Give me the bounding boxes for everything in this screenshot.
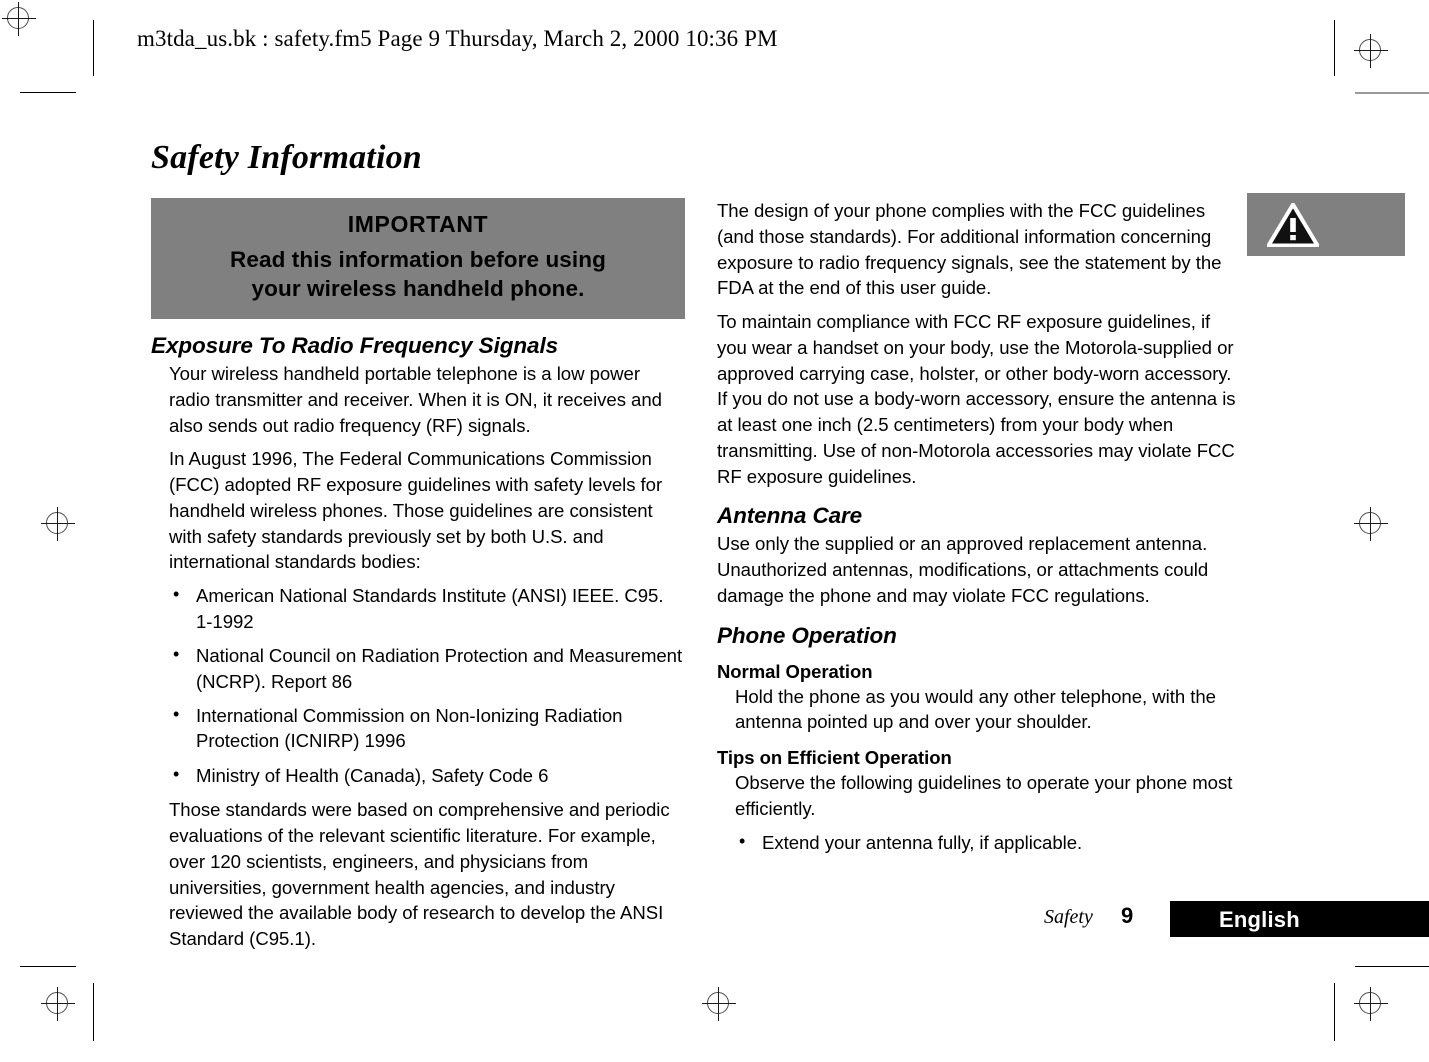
registration-mark-bottom-center bbox=[700, 985, 738, 1023]
paragraph-antenna-care: Use only the supplied or an approved rep… bbox=[717, 533, 1209, 606]
heading-normal-operation: Normal Operation bbox=[717, 660, 873, 682]
footer-language-bar: English bbox=[1170, 901, 1429, 937]
list-item: American National Standards Institute (A… bbox=[169, 582, 685, 634]
registration-mark-right-middle bbox=[1352, 505, 1390, 543]
paragraph-standards-evaluation: Those standards were based on comprehens… bbox=[169, 799, 670, 950]
warning-triangle-icon bbox=[1267, 203, 1319, 247]
heading-antenna-care: Antenna Care bbox=[717, 503, 863, 529]
footer-page-number: 9 bbox=[1121, 903, 1134, 928]
paragraph-tips-intro: Observe the following guidelines to oper… bbox=[735, 772, 1233, 819]
warning-tab bbox=[1247, 193, 1405, 256]
important-callout-title: IMPORTANT bbox=[347, 211, 489, 237]
list-item: Extend your antenna fully, if applicable… bbox=[735, 828, 1238, 855]
document-page: m3tda_us.bk : safety.fm5 Page 9 Thursday… bbox=[0, 0, 1429, 1062]
standards-bodies-list: American National Standards Institute (A… bbox=[151, 582, 685, 788]
paragraph-design-complies: The design of your phone complies with t… bbox=[717, 200, 1222, 299]
footer-section-label: Safety bbox=[1044, 906, 1093, 928]
heading-tips-on-efficient-operation: Tips on Efficient Operation bbox=[717, 747, 952, 768]
paragraph-rf-intro: Your wireless handheld portable telephon… bbox=[169, 363, 662, 436]
paragraph-fcc-guidelines: In August 1996, The Federal Communicatio… bbox=[169, 448, 663, 573]
important-callout-line1: Read this information before using bbox=[230, 246, 606, 272]
crop-mark-top-left-h bbox=[20, 92, 76, 93]
running-header: m3tda_us.bk : safety.fm5 Page 9 Thursday… bbox=[137, 26, 778, 51]
registration-mark-bottom-right bbox=[1352, 985, 1390, 1023]
list-item: National Council on Radiation Protection… bbox=[169, 642, 685, 694]
crop-mark-bottom-right-v bbox=[1334, 983, 1335, 1041]
crop-mark-top-right-v bbox=[1334, 20, 1335, 76]
efficiency-tips-list: Extend your antenna fully, if applicable… bbox=[717, 828, 1238, 855]
crop-mark-top-left-v bbox=[93, 20, 94, 76]
paragraph-normal-operation: Hold the phone as you would any other te… bbox=[735, 685, 1216, 733]
paragraph-maintain-compliance: To maintain compliance with FCC RF expos… bbox=[717, 311, 1236, 487]
left-column: IMPORTANT Read this information before u… bbox=[151, 198, 685, 960]
crop-mark-bottom-right-h bbox=[1355, 966, 1429, 967]
registration-mark-top-right bbox=[1352, 32, 1390, 70]
crop-mark-top-right-h bbox=[1355, 92, 1429, 94]
important-callout-line2: your wireless handheld phone. bbox=[251, 276, 585, 302]
registration-mark-left-middle bbox=[39, 505, 77, 543]
footer-language-label: English bbox=[1219, 907, 1300, 932]
registration-mark-bottom-left bbox=[39, 985, 77, 1023]
important-callout: IMPORTANT Read this information before u… bbox=[151, 198, 685, 320]
page-title: Safety Information bbox=[151, 139, 422, 176]
crop-mark-bottom-left-h bbox=[20, 966, 76, 967]
heading-phone-operation: Phone Operation bbox=[717, 622, 897, 648]
registration-mark-top-left bbox=[0, 0, 38, 38]
list-item: Ministry of Health (Canada), Safety Code… bbox=[169, 762, 685, 788]
crop-mark-bottom-left-v bbox=[93, 983, 94, 1041]
heading-exposure-to-radio-frequency-signals: Exposure To Radio Frequency Signals bbox=[151, 333, 559, 359]
right-column: The design of your phone complies with t… bbox=[717, 198, 1238, 864]
list-item: International Commission on Non-Ionizing… bbox=[169, 702, 685, 754]
